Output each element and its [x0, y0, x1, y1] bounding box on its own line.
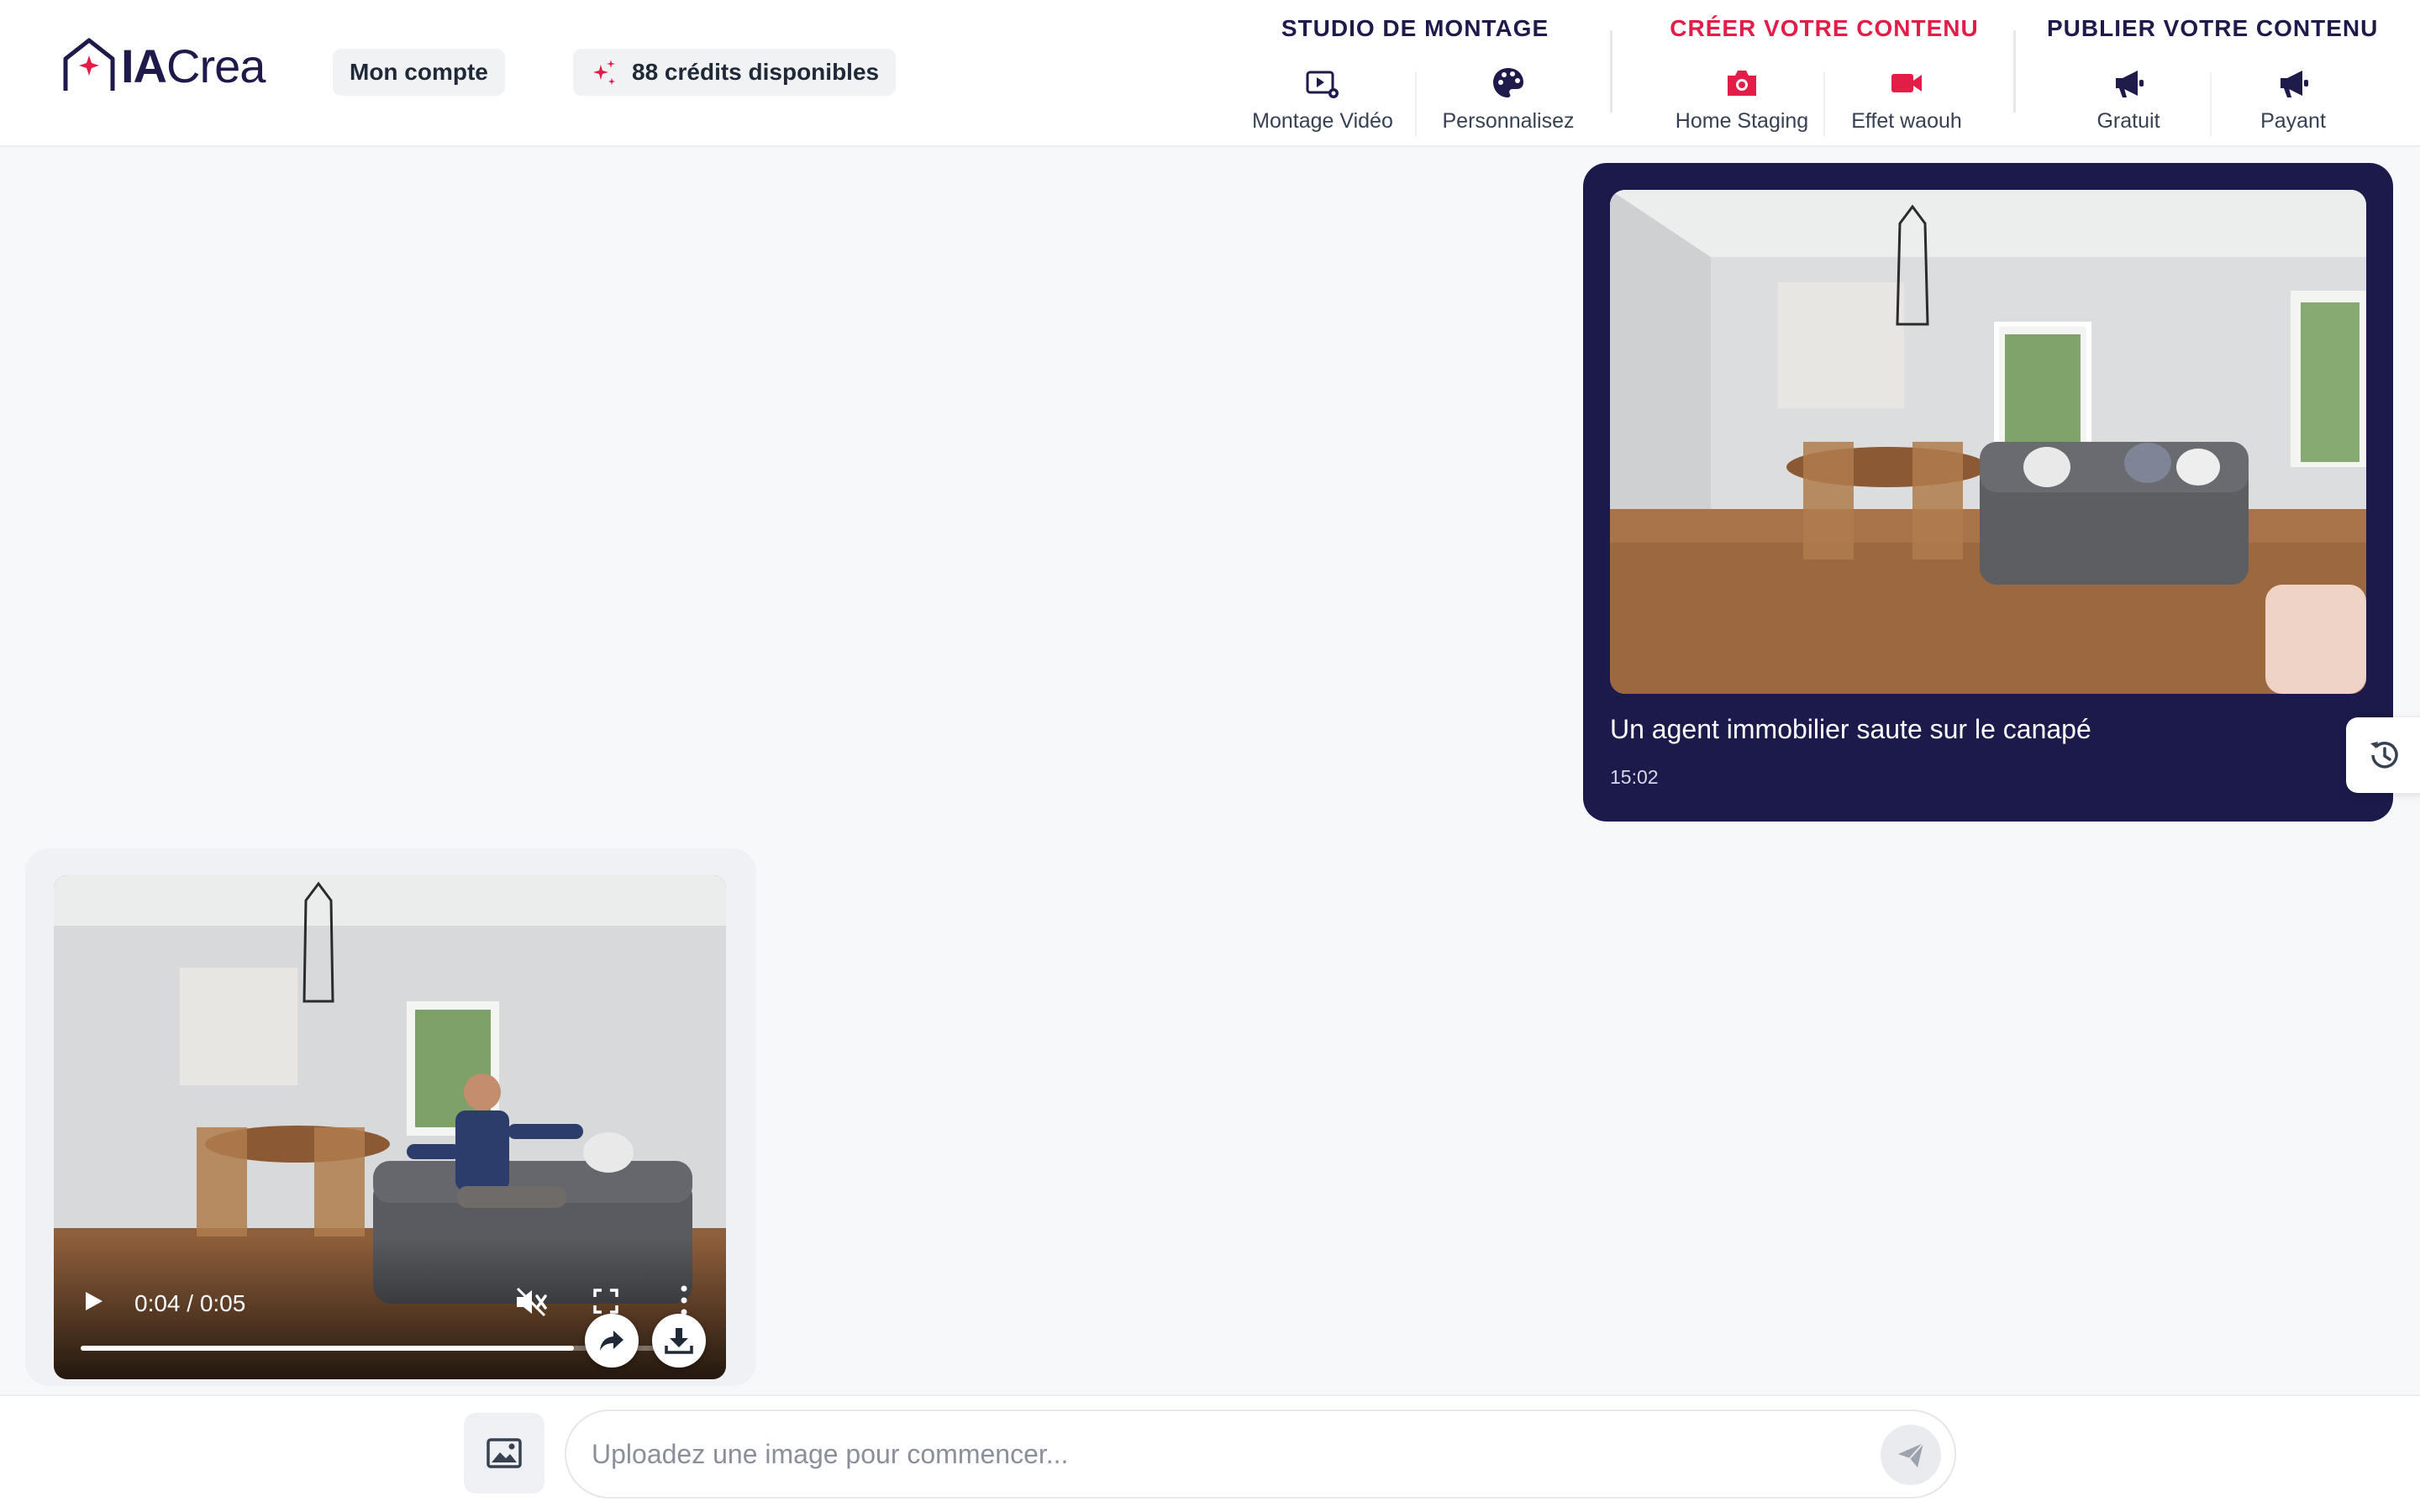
prompt-input-wrapper — [565, 1410, 1956, 1499]
more-options-icon[interactable] — [681, 1285, 687, 1315]
nav-label-payant: Payant — [2260, 109, 2326, 133]
logo-text: IACrea — [121, 39, 266, 92]
palette-icon — [1493, 68, 1523, 97]
nav-group-create: CRÉER VOTRE CONTENU Home Staging Effet w… — [1660, 15, 1988, 136]
nav-item-montage-video[interactable]: Montage Vidéo — [1230, 66, 1415, 136]
account-label: Mon compte — [350, 59, 488, 85]
nav-item-home-staging[interactable]: Home Staging — [1660, 66, 1823, 136]
nav-title-create: CRÉER VOTRE CONTENU — [1670, 15, 1979, 41]
share-icon — [600, 1331, 623, 1351]
video-progress-fill — [81, 1346, 575, 1351]
nav-group-divider — [1610, 30, 1612, 113]
camera-icon — [1728, 71, 1756, 96]
nav-label-effet-waouh: Effet waouh — [1851, 109, 1962, 133]
history-button[interactable] — [2346, 717, 2420, 793]
sparkles-icon — [593, 60, 615, 85]
prompt-input[interactable] — [592, 1411, 1869, 1497]
nav-item-payant[interactable]: Payant — [2212, 66, 2375, 136]
nav-label-montage-video: Montage Vidéo — [1252, 109, 1393, 133]
nav-label-gratuit: Gratuit — [2096, 109, 2160, 133]
image-icon — [487, 1438, 522, 1468]
top-header: IACrea Mon compte 88 crédits disponibles… — [0, 0, 2420, 147]
logo[interactable]: IACrea — [60, 35, 266, 96]
nav-group-publish: PUBLIER VOTRE CONTENU Gratuit Payant — [2047, 15, 2378, 136]
credits-label: 88 crédits disponibles — [632, 59, 880, 85]
nav-group-studio: STUDIO DE MONTAGE Montage Vidéo Personna… — [1230, 15, 1600, 136]
nav-label-home-staging: Home Staging — [1675, 109, 1809, 133]
nav-label-personnalisez: Personnalisez — [1442, 109, 1575, 133]
nav-item-effet-waouh[interactable]: Effet waouh — [1825, 66, 1988, 136]
download-button[interactable] — [652, 1314, 706, 1368]
message-timestamp: 15:02 — [1610, 766, 1659, 788]
prompt-text: Un agent immobilier saute sur le canapé — [1610, 714, 2091, 744]
nav-item-gratuit[interactable]: Gratuit — [2047, 66, 2210, 136]
room-photo — [1610, 190, 2366, 694]
nav-item-personnalisez[interactable]: Personnalisez — [1417, 66, 1600, 136]
fullscreen-icon[interactable] — [593, 1289, 618, 1314]
prompt-message-card: Un agent immobilier saute sur le canapé … — [1583, 163, 2393, 822]
nav-group-divider — [2013, 30, 2016, 113]
send-icon — [1898, 1442, 1924, 1467]
house-logo-icon — [63, 38, 115, 91]
uploaded-room-image[interactable] — [1610, 190, 2366, 694]
megaphone-icon — [2281, 71, 2308, 97]
megaphone-icon — [2116, 71, 2144, 97]
muted-icon[interactable] — [514, 1287, 548, 1317]
composer-bar — [0, 1394, 2420, 1512]
nav-title-studio: STUDIO DE MONTAGE — [1281, 15, 1549, 41]
credits-badge[interactable]: 88 crédits disponibles — [573, 49, 897, 96]
generated-video-player[interactable]: 0:04 / 0:05 — [54, 875, 726, 1379]
history-icon — [2370, 742, 2398, 769]
video-settings-icon — [1306, 71, 1339, 98]
nav-title-publish: PUBLIER VOTRE CONTENU — [2047, 15, 2379, 41]
download-icon — [665, 1328, 693, 1354]
share-button[interactable] — [585, 1314, 639, 1368]
result-message-card: 0:04 / 0:05 — [25, 848, 756, 1386]
send-button[interactable] — [1881, 1425, 1941, 1485]
upload-image-button[interactable] — [464, 1413, 544, 1494]
video-time: 0:04 / 0:05 — [134, 1290, 246, 1316]
video-camera-icon — [1891, 74, 1922, 92]
play-icon[interactable] — [84, 1290, 104, 1312]
account-button[interactable]: Mon compte — [333, 49, 505, 96]
